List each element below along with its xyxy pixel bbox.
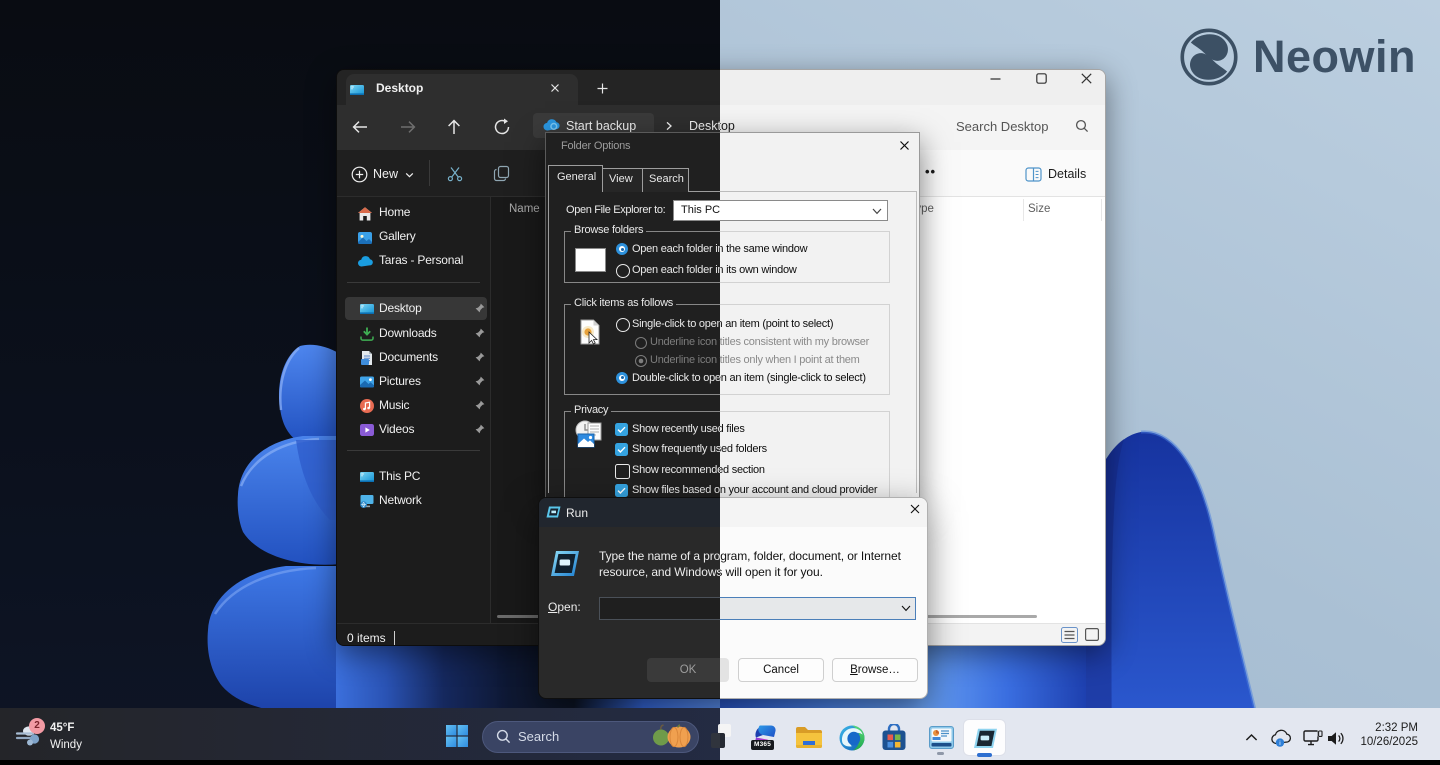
svg-text:i: i xyxy=(1279,740,1280,747)
